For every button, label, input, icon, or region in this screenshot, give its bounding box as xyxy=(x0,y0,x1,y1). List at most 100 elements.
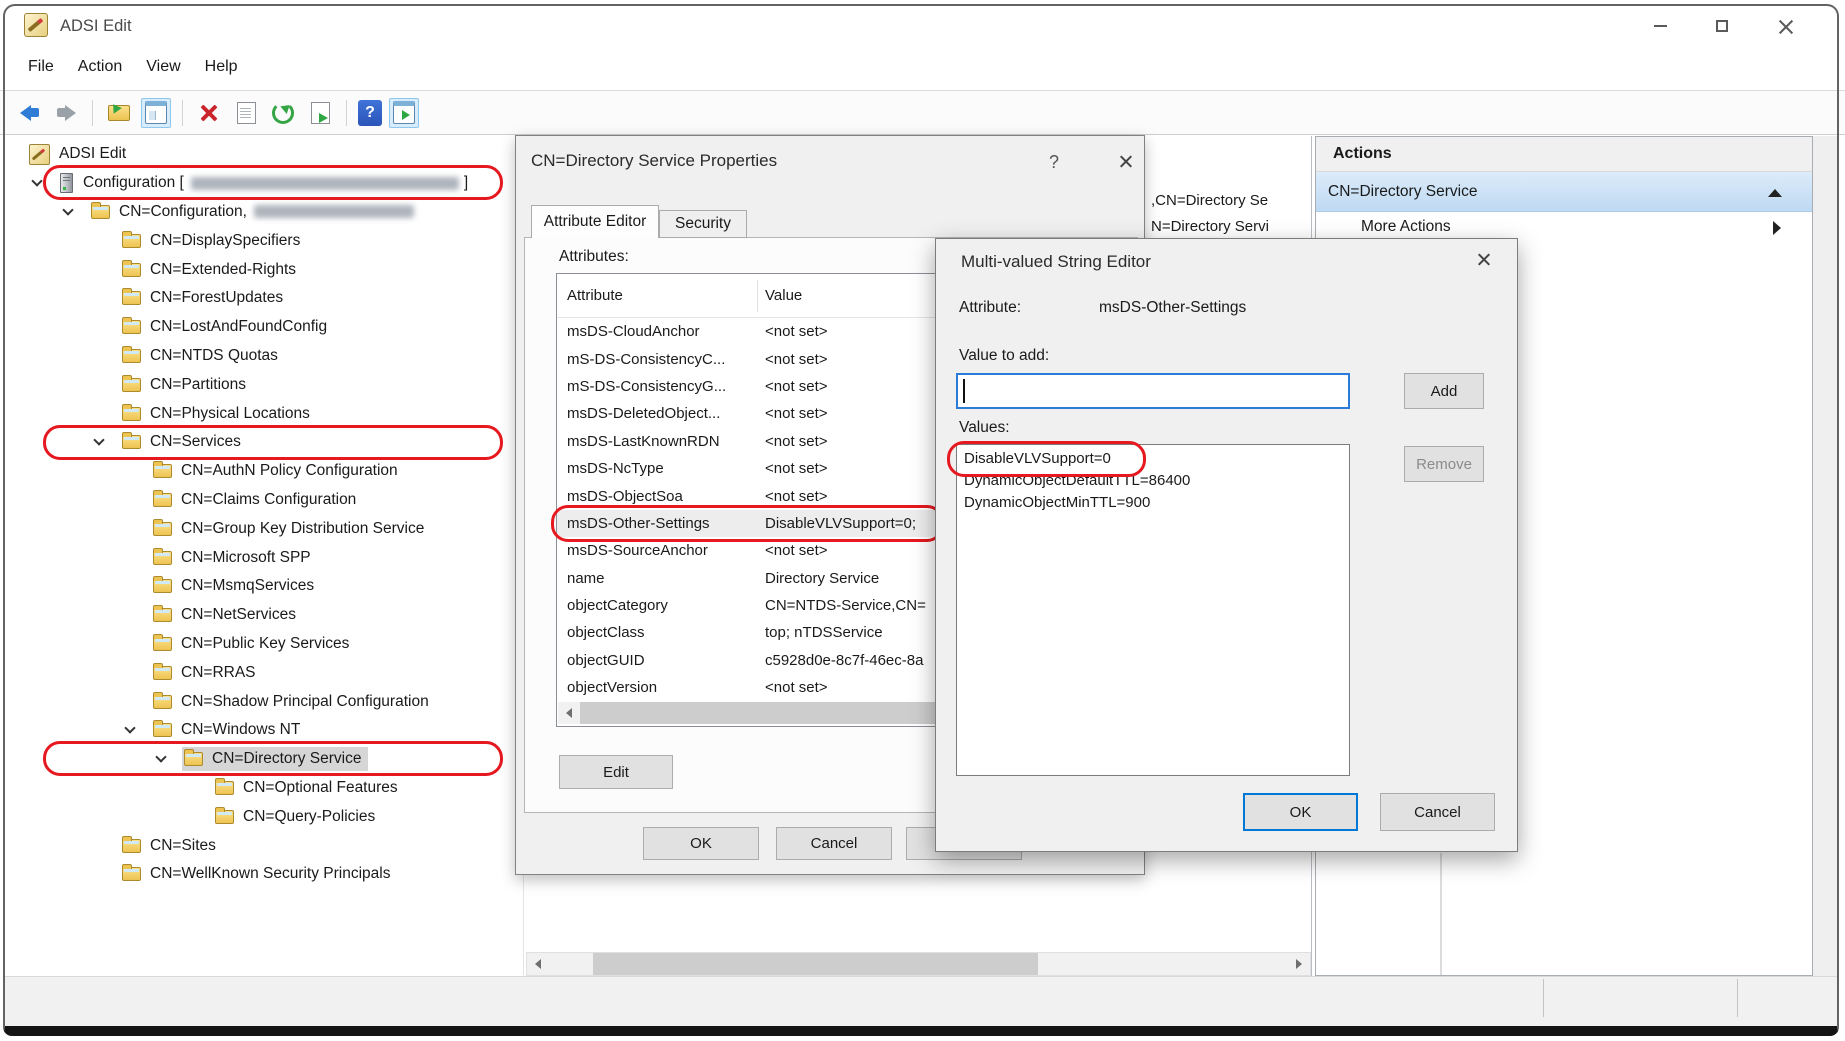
back-icon[interactable] xyxy=(14,98,44,128)
remove-button[interactable]: Remove xyxy=(1404,446,1484,482)
values-label: Values: xyxy=(959,419,1010,437)
tree-item[interactable]: CN=Shadow Principal Configuration xyxy=(5,687,520,716)
tree-item-core: CN=WellKnown Security Principals xyxy=(120,862,398,886)
actions-item-directory-service[interactable]: CN=Directory Service xyxy=(1316,172,1812,212)
tree-item-core: CN=Directory Service xyxy=(182,747,368,771)
value-item[interactable]: DynamicObjectDefaultTTL=86400 xyxy=(957,470,1349,492)
tree-item[interactable]: CN=Extended-Rights xyxy=(5,255,520,284)
tree-item[interactable]: CN=Partitions xyxy=(5,370,520,399)
tab-security[interactable]: Security xyxy=(659,210,747,238)
attribute-value: msDS-Other-Settings xyxy=(1099,299,1246,317)
menu-item-view[interactable]: View xyxy=(146,58,180,76)
folder-icon xyxy=(153,551,172,565)
tree-item[interactable]: CN=Optional Features xyxy=(5,774,520,803)
show-actions-icon[interactable] xyxy=(389,98,419,128)
dialog-close-button[interactable] xyxy=(1468,247,1498,274)
actions-divider xyxy=(1440,853,1442,975)
tree-item[interactable]: CN=DisplaySpecifiers xyxy=(5,226,520,255)
tree-item-label: CN=Shadow Principal Configuration xyxy=(181,693,429,711)
chevron-down-icon[interactable] xyxy=(93,435,104,446)
attribute-value: CN=NTDS-Service,CN= xyxy=(755,597,926,614)
tree-item[interactable]: Configuration [] xyxy=(5,169,520,198)
tree-item-core: CN=NetServices xyxy=(151,603,303,627)
delete-icon[interactable] xyxy=(194,98,224,128)
server-icon xyxy=(60,173,73,193)
folder-up-icon[interactable] xyxy=(104,98,134,128)
attribute-value: <not set> xyxy=(755,351,828,368)
value-item[interactable]: DisableVLVSupport=0 xyxy=(957,448,1349,470)
tree-item[interactable]: CN=Group Key Distribution Service xyxy=(5,514,520,543)
tree-item[interactable]: CN=Query-Policies xyxy=(5,802,520,831)
scroll-left-icon[interactable] xyxy=(558,702,580,724)
attribute-name: objectClass xyxy=(557,624,755,641)
redacted-text xyxy=(191,177,459,190)
tab-attribute-editor[interactable]: Attribute Editor xyxy=(531,205,659,238)
column-value[interactable]: Value xyxy=(765,287,802,304)
chevron-down-icon[interactable] xyxy=(31,176,42,187)
folder-icon xyxy=(122,435,141,449)
tree-item[interactable]: CN=Sites xyxy=(5,831,520,860)
chevron-down-icon[interactable] xyxy=(124,723,135,734)
chevron-down-icon[interactable] xyxy=(62,204,73,215)
dialog-close-button[interactable] xyxy=(1110,149,1140,176)
scroll-left-icon[interactable] xyxy=(527,953,549,975)
scrollbar-thumb[interactable] xyxy=(593,953,1038,975)
toolbar xyxy=(0,90,1845,135)
tree-item-core: CN=Windows NT xyxy=(151,718,307,742)
attribute-value: top; nTDSService xyxy=(755,624,883,641)
value-to-add-input[interactable] xyxy=(956,373,1350,409)
tree-item[interactable]: CN=MsmqServices xyxy=(5,572,520,601)
tree-item[interactable]: CN=Services xyxy=(5,428,520,457)
folder-icon xyxy=(122,378,141,392)
add-button[interactable]: Add xyxy=(1404,373,1484,409)
minimize-button[interactable] xyxy=(1645,14,1675,38)
menu-item-help[interactable]: Help xyxy=(205,58,238,76)
tree-item[interactable]: CN=RRAS xyxy=(5,658,520,687)
properties-icon[interactable] xyxy=(231,98,261,128)
forward-icon[interactable] xyxy=(51,98,81,128)
show-tree-icon[interactable] xyxy=(141,98,171,128)
tree-item[interactable]: ADSI Edit xyxy=(5,140,520,169)
export-list-icon[interactable] xyxy=(305,98,335,128)
attribute-value: <not set> xyxy=(755,679,828,696)
tree-item[interactable]: CN=Microsoft SPP xyxy=(5,543,520,572)
expand-icon[interactable] xyxy=(1773,221,1781,235)
tree-item[interactable]: CN=LostAndFoundConfig xyxy=(5,313,520,342)
more-actions-label: More Actions xyxy=(1361,218,1451,236)
value-item[interactable]: DynamicObjectMinTTL=900 xyxy=(957,492,1349,514)
help-icon[interactable] xyxy=(358,100,382,126)
collapse-icon[interactable] xyxy=(1768,189,1782,197)
ok-button[interactable]: OK xyxy=(1243,793,1358,831)
tree-item[interactable]: CN=NTDS Quotas xyxy=(5,342,520,371)
close-button[interactable] xyxy=(1770,14,1800,38)
tree-item-label: CN=Physical Locations xyxy=(150,405,310,423)
maximize-button[interactable] xyxy=(1707,14,1737,38)
tree-item[interactable]: CN=ForestUpdates xyxy=(5,284,520,313)
tree-item[interactable]: CN=NetServices xyxy=(5,601,520,630)
values-listbox[interactable]: DisableVLVSupport=0DynamicObjectDefaultT… xyxy=(956,444,1350,776)
tree-item[interactable]: CN=Public Key Services xyxy=(5,630,520,659)
tree-item[interactable]: CN=Windows NT xyxy=(5,716,520,745)
chevron-down-icon[interactable] xyxy=(155,751,166,762)
edit-button[interactable]: Edit xyxy=(559,755,673,789)
horizontal-scrollbar[interactable] xyxy=(526,952,1311,976)
tree-item[interactable]: CN=Directory Service xyxy=(5,745,520,774)
tree-item[interactable]: CN=Physical Locations xyxy=(5,399,520,428)
scroll-right-icon[interactable] xyxy=(1288,953,1310,975)
attribute-name: name xyxy=(557,570,755,587)
dialog-help-button[interactable]: ? xyxy=(1039,149,1069,176)
cancel-button[interactable]: Cancel xyxy=(776,827,892,860)
cancel-button[interactable]: Cancel xyxy=(1380,793,1495,831)
menu-item-file[interactable]: File xyxy=(28,58,54,76)
tree-item[interactable]: CN=Claims Configuration xyxy=(5,486,520,515)
ok-button[interactable]: OK xyxy=(643,827,759,860)
tree-item-label: CN=Windows NT xyxy=(181,721,300,739)
menu-item-action[interactable]: Action xyxy=(78,58,122,76)
tree-item[interactable]: CN=AuthN Policy Configuration xyxy=(5,457,520,486)
column-attribute[interactable]: Attribute xyxy=(567,287,623,304)
refresh-icon[interactable] xyxy=(268,98,298,128)
tree-item[interactable]: CN=Configuration, xyxy=(5,198,520,227)
folder-icon xyxy=(153,608,172,622)
tree-item[interactable]: CN=WellKnown Security Principals xyxy=(5,860,520,889)
folder-icon xyxy=(153,464,172,478)
